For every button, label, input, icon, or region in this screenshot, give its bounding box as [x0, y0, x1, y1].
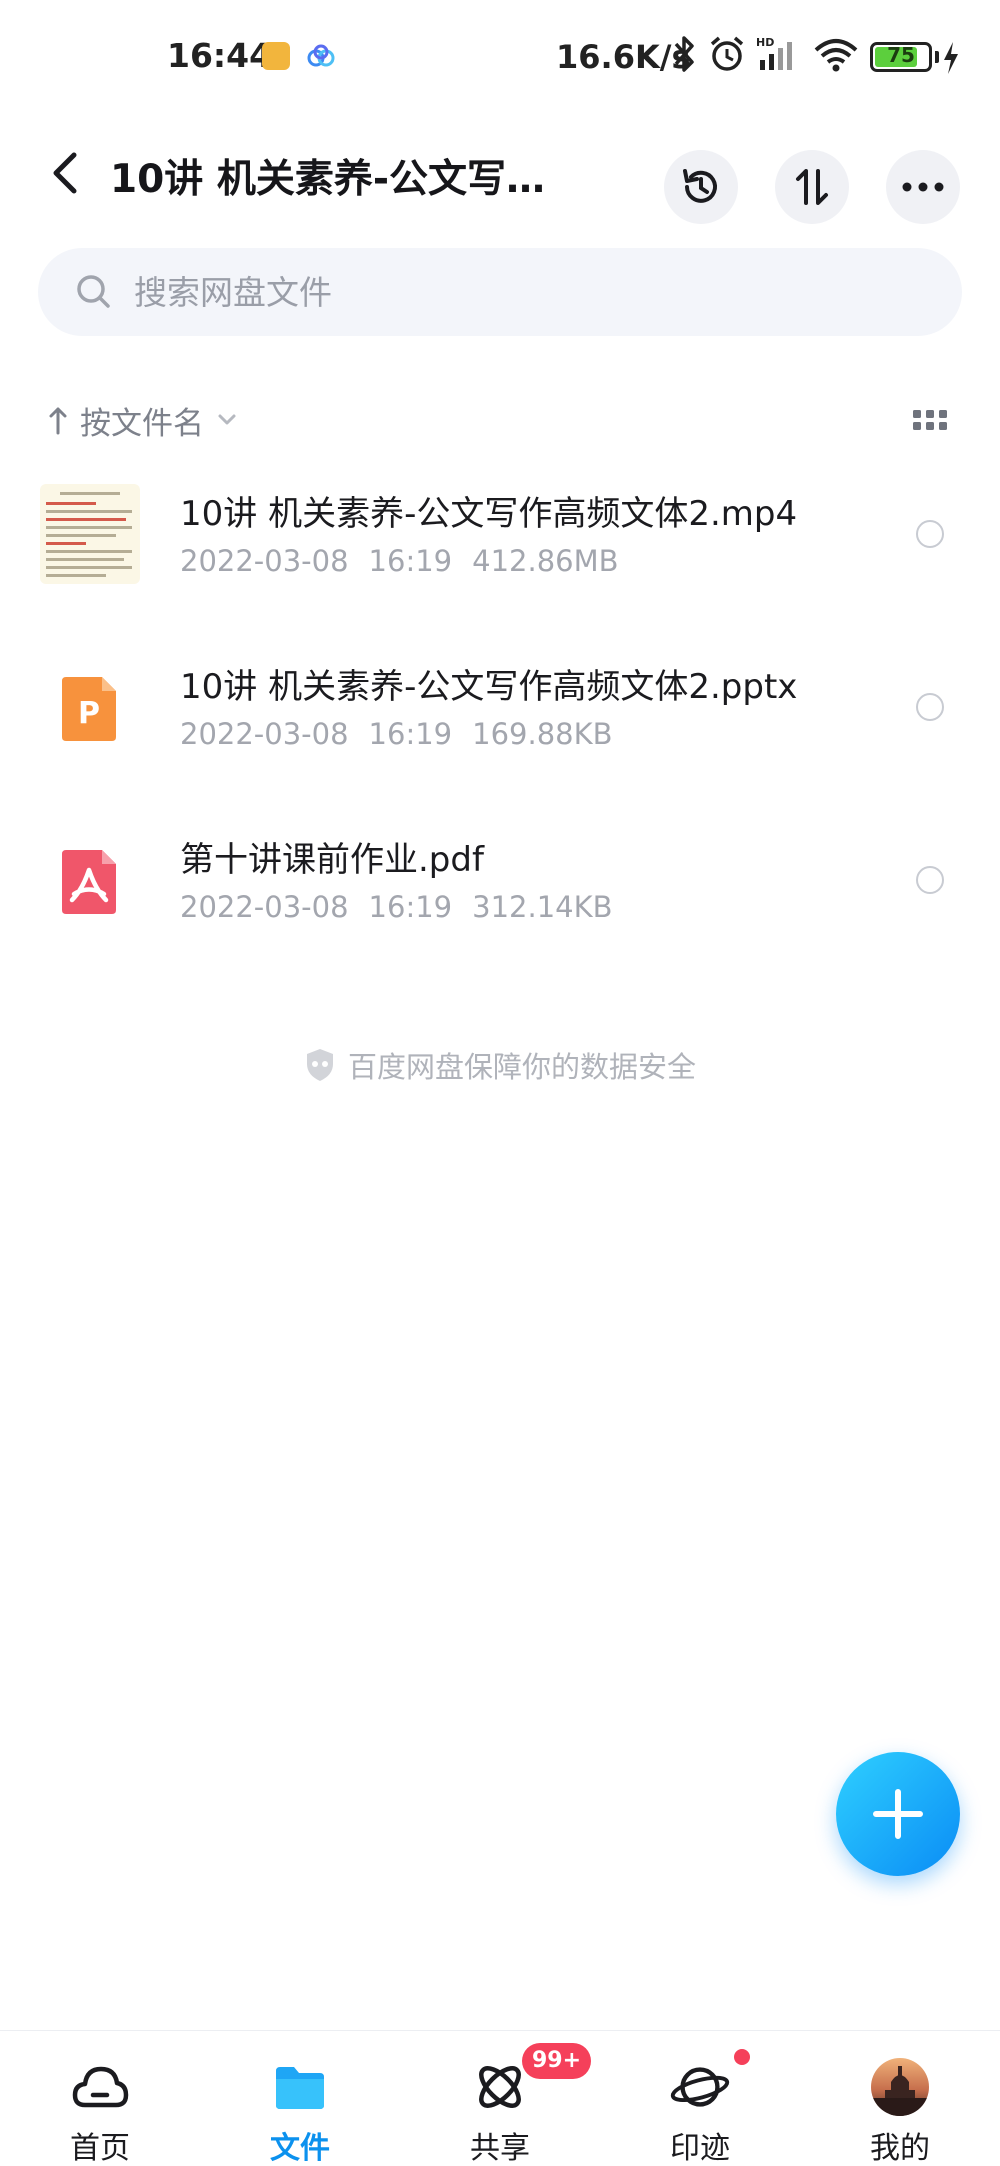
header: 10讲 机关素养-公文写… — [0, 118, 1000, 238]
file-time: 16:19 — [368, 717, 453, 751]
file-select-radio[interactable] — [916, 520, 944, 548]
file-date: 2022-03-08 — [180, 544, 349, 578]
search-input[interactable] — [134, 248, 914, 336]
transfer-button[interactable] — [775, 150, 849, 224]
app-notification-icon — [262, 42, 290, 70]
file-item-video[interactable]: 10讲 机关素养-公文写作高频文体2.mp4 2022-03-08 16:19 41… — [0, 470, 1000, 643]
status-bar: 16:44 16.6K/s HD 75 — [0, 0, 1000, 118]
video-thumbnail — [40, 484, 140, 584]
file-meta: 2022-03-08 16:19 169.88KB — [180, 717, 633, 751]
svg-text:P: P — [78, 696, 100, 731]
nav-label-share: 共享 — [470, 2131, 530, 2166]
transfer-icon — [796, 169, 828, 205]
alarm-icon — [710, 36, 744, 71]
file-size: 169.88KB — [472, 717, 613, 751]
chevron-left-icon — [53, 152, 77, 194]
bluetooth-icon — [674, 36, 694, 72]
nav-item-home[interactable]: 首页 — [0, 2031, 200, 2166]
safety-note: 百度网盘保障你的数据安全 — [0, 1044, 1000, 1086]
nav-label-files: 文件 — [270, 2131, 330, 2166]
cloud-home-icon — [72, 2066, 129, 2108]
file-item-pptx[interactable]: P 10讲 机关素养-公文写作高频文体2.pptx 2022-03-08 16:1… — [0, 643, 1000, 816]
bottom-nav: 首页 文件 99+ 共享 印迹 我的 — [0, 2030, 1000, 2166]
share-badge: 99+ — [522, 2043, 592, 2079]
baidu-cloud-icon — [307, 44, 335, 67]
share-atom-icon — [479, 2066, 521, 2108]
svg-text:HD: HD — [756, 36, 774, 49]
status-time: 16:44 — [167, 36, 273, 75]
nav-label-footprint: 印迹 — [670, 2131, 730, 2166]
nav-label-mine: 我的 — [870, 2131, 930, 2166]
file-time: 16:19 — [368, 890, 453, 924]
wifi-icon — [814, 39, 858, 72]
nav-item-share[interactable]: 99+ 共享 — [400, 2031, 600, 2166]
file-item-pdf[interactable]: 第十讲课前作业.pdf 2022-03-08 16:19 312.14KB — [0, 816, 1000, 989]
battery-level: 75 — [887, 43, 915, 67]
search-bar[interactable] — [38, 248, 962, 336]
nav-item-mine[interactable]: 我的 — [800, 2031, 1000, 2166]
folder-icon — [276, 2067, 324, 2109]
nav-item-files[interactable]: 文件 — [200, 2031, 400, 2166]
history-icon — [683, 169, 717, 203]
search-icon — [77, 275, 110, 308]
more-icon — [902, 182, 944, 192]
file-select-radio[interactable] — [916, 866, 944, 894]
file-name: 10讲 机关素养-公文写作高频文体2.pptx — [180, 667, 798, 707]
file-select-radio[interactable] — [916, 693, 944, 721]
avatar-image — [871, 2066, 929, 2116]
sort-row: 按文件名 — [0, 380, 1000, 460]
file-time: 16:19 — [368, 544, 453, 578]
more-button[interactable] — [886, 150, 960, 224]
file-name: 10讲 机关素养-公文写作高频文体2.mp4 — [180, 494, 798, 534]
planet-icon — [670, 2067, 730, 2107]
add-button[interactable] — [836, 1752, 960, 1876]
file-list: 10讲 机关素养-公文写作高频文体2.mp4 2022-03-08 16:19 41… — [0, 470, 1000, 989]
file-size: 312.14KB — [472, 890, 613, 924]
notification-dot — [734, 2049, 750, 2065]
file-size: 412.86MB — [472, 544, 619, 578]
network-speed: 16.6K/s — [556, 38, 691, 76]
file-meta: 2022-03-08 16:19 312.14KB — [180, 890, 633, 924]
file-date: 2022-03-08 — [180, 890, 349, 924]
page-title: 10讲 机关素养-公文写… — [110, 157, 546, 202]
pptx-file-icon: P — [62, 677, 116, 741]
sort-arrow-up-icon — [49, 407, 67, 435]
file-meta: 2022-03-08 16:19 412.86MB — [180, 544, 639, 578]
plus-icon — [873, 1789, 923, 1839]
shield-icon — [306, 1049, 333, 1081]
pdf-file-icon — [62, 850, 116, 914]
file-date: 2022-03-08 — [180, 717, 349, 751]
back-button[interactable] — [40, 138, 90, 208]
charging-icon — [944, 42, 958, 74]
grid-view-icon[interactable] — [910, 400, 950, 440]
nav-label-home: 首页 — [70, 2131, 130, 2166]
avatar — [871, 2058, 929, 2116]
battery-tip — [935, 51, 939, 63]
sort-label: 按文件名 — [80, 405, 204, 442]
nav-item-footprint[interactable]: 印迹 — [600, 2031, 800, 2166]
history-button[interactable] — [664, 150, 738, 224]
file-name: 第十讲课前作业.pdf — [180, 840, 484, 880]
signal-hd-icon: HD — [756, 36, 792, 70]
battery-icon: 75 — [870, 42, 932, 72]
sort-button[interactable]: 按文件名 — [48, 390, 238, 450]
chevron-down-icon — [218, 414, 236, 425]
safety-note-text: 百度网盘保障你的数据安全 — [347, 1050, 696, 1084]
